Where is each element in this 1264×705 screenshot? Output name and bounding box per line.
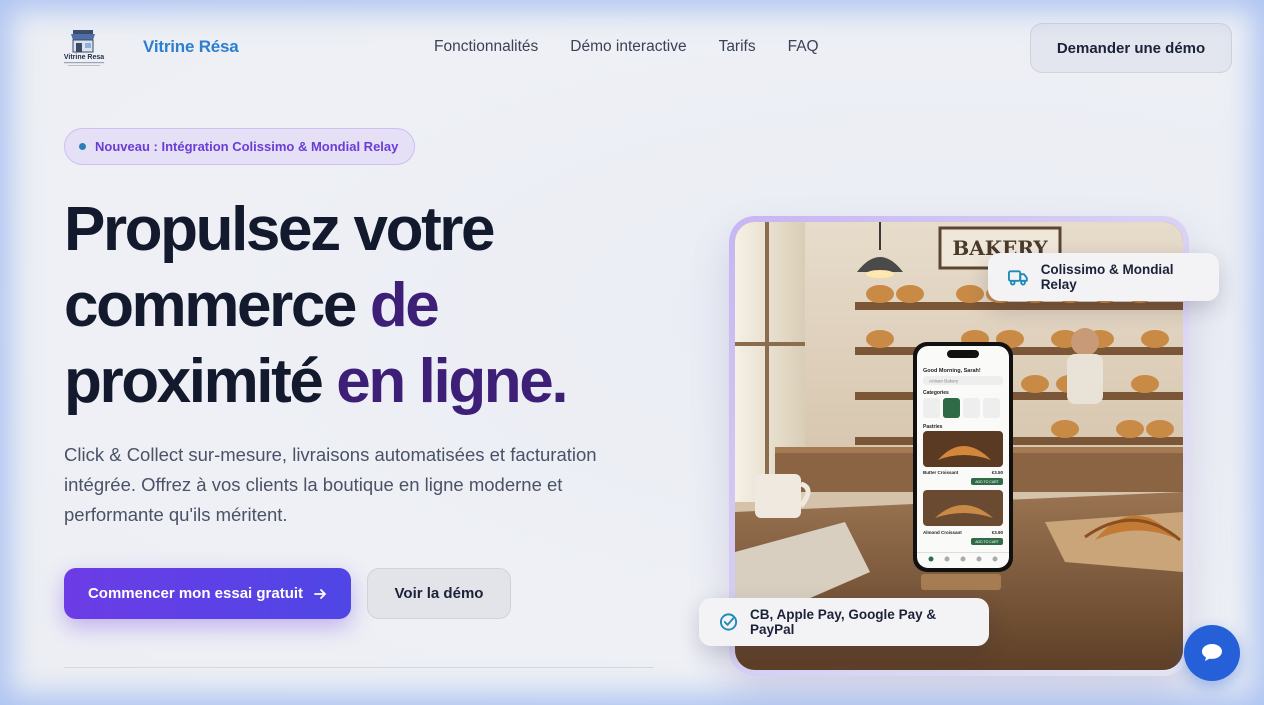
- status-dot: [79, 143, 86, 150]
- svg-text:Vitrine Resa: Vitrine Resa: [64, 54, 104, 61]
- request-demo-button[interactable]: Demander une démo: [1030, 23, 1232, 73]
- shipping-feature-label: Colissimo & Mondial Relay: [1040, 262, 1174, 292]
- check-circle-icon: [719, 613, 738, 631]
- headline-word-proximite: proximité: [64, 347, 324, 416]
- section-divider: [64, 667, 654, 668]
- announcement-badge[interactable]: Nouveau : Intégration Colissimo & Mondia…: [64, 128, 416, 165]
- headline-word-commerce: commerce: [64, 271, 357, 340]
- svg-text:€3.90: €3.90: [992, 530, 1004, 535]
- brand-logo[interactable]: Vitrine Resa: [58, 28, 110, 68]
- brand-name[interactable]: Vitrine Résa: [143, 37, 239, 57]
- headline-word-en-ligne: en ligne.: [336, 347, 568, 416]
- headline-line-3: proximité en ligne.: [64, 344, 664, 420]
- svg-text:Butter Croissant: Butter Croissant: [923, 470, 959, 475]
- chat-widget-button[interactable]: [1184, 625, 1240, 681]
- shipping-feature-card: Colissimo & Mondial Relay: [988, 253, 1219, 301]
- svg-text:ADD TO CART: ADD TO CART: [975, 480, 999, 484]
- svg-text:Categories: Categories: [923, 390, 949, 396]
- nav-link-demo[interactable]: Démo interactive: [570, 38, 686, 56]
- hero-subtext: Click & Collect sur-mesure, livraisons a…: [64, 444, 597, 525]
- payment-feature-card: CB, Apple Pay, Google Pay & PayPal: [699, 598, 989, 646]
- svg-text:Artisan Bakery: Artisan Bakery: [929, 379, 959, 384]
- chat-bubble-icon: [1202, 644, 1222, 661]
- arrow-right-icon: [314, 588, 326, 599]
- start-trial-button[interactable]: Commencer mon essai gratuit: [64, 568, 351, 619]
- storefront-icon: Vitrine Resa: [64, 30, 104, 66]
- svg-text:Pastries: Pastries: [923, 424, 943, 430]
- badge-text: Nouveau : Intégration Colissimo & Mondia…: [95, 139, 399, 154]
- headline-line-2: commerce de: [64, 268, 664, 344]
- headline-line-1: Propulsez votre: [64, 195, 496, 264]
- main-nav: Fonctionnalités Démo interactive Tarifs …: [434, 38, 819, 56]
- nav-link-faq[interactable]: FAQ: [788, 38, 819, 56]
- nav-link-features[interactable]: Fonctionnalités: [434, 38, 538, 56]
- svg-text:ADD TO CART: ADD TO CART: [975, 540, 999, 544]
- hero-headline: Propulsez votre commerce de proximité en…: [64, 192, 664, 420]
- truck-icon: [1008, 270, 1028, 286]
- svg-text:Almond Croissant: Almond Croissant: [923, 530, 962, 535]
- site-header: Vitrine Resa Vitrine Résa Fonctionnalité…: [0, 0, 1264, 96]
- svg-text:€3.50: €3.50: [992, 470, 1004, 475]
- headline-word-de: de: [369, 271, 440, 340]
- view-demo-button[interactable]: Voir la démo: [367, 568, 511, 619]
- start-trial-label: Commencer mon essai gratuit: [87, 585, 304, 602]
- payment-feature-label: CB, Apple Pay, Google Pay & PayPal: [750, 607, 937, 637]
- svg-text:Good Morning, Sarah!: Good Morning, Sarah!: [923, 368, 981, 374]
- nav-link-pricing[interactable]: Tarifs: [719, 38, 756, 56]
